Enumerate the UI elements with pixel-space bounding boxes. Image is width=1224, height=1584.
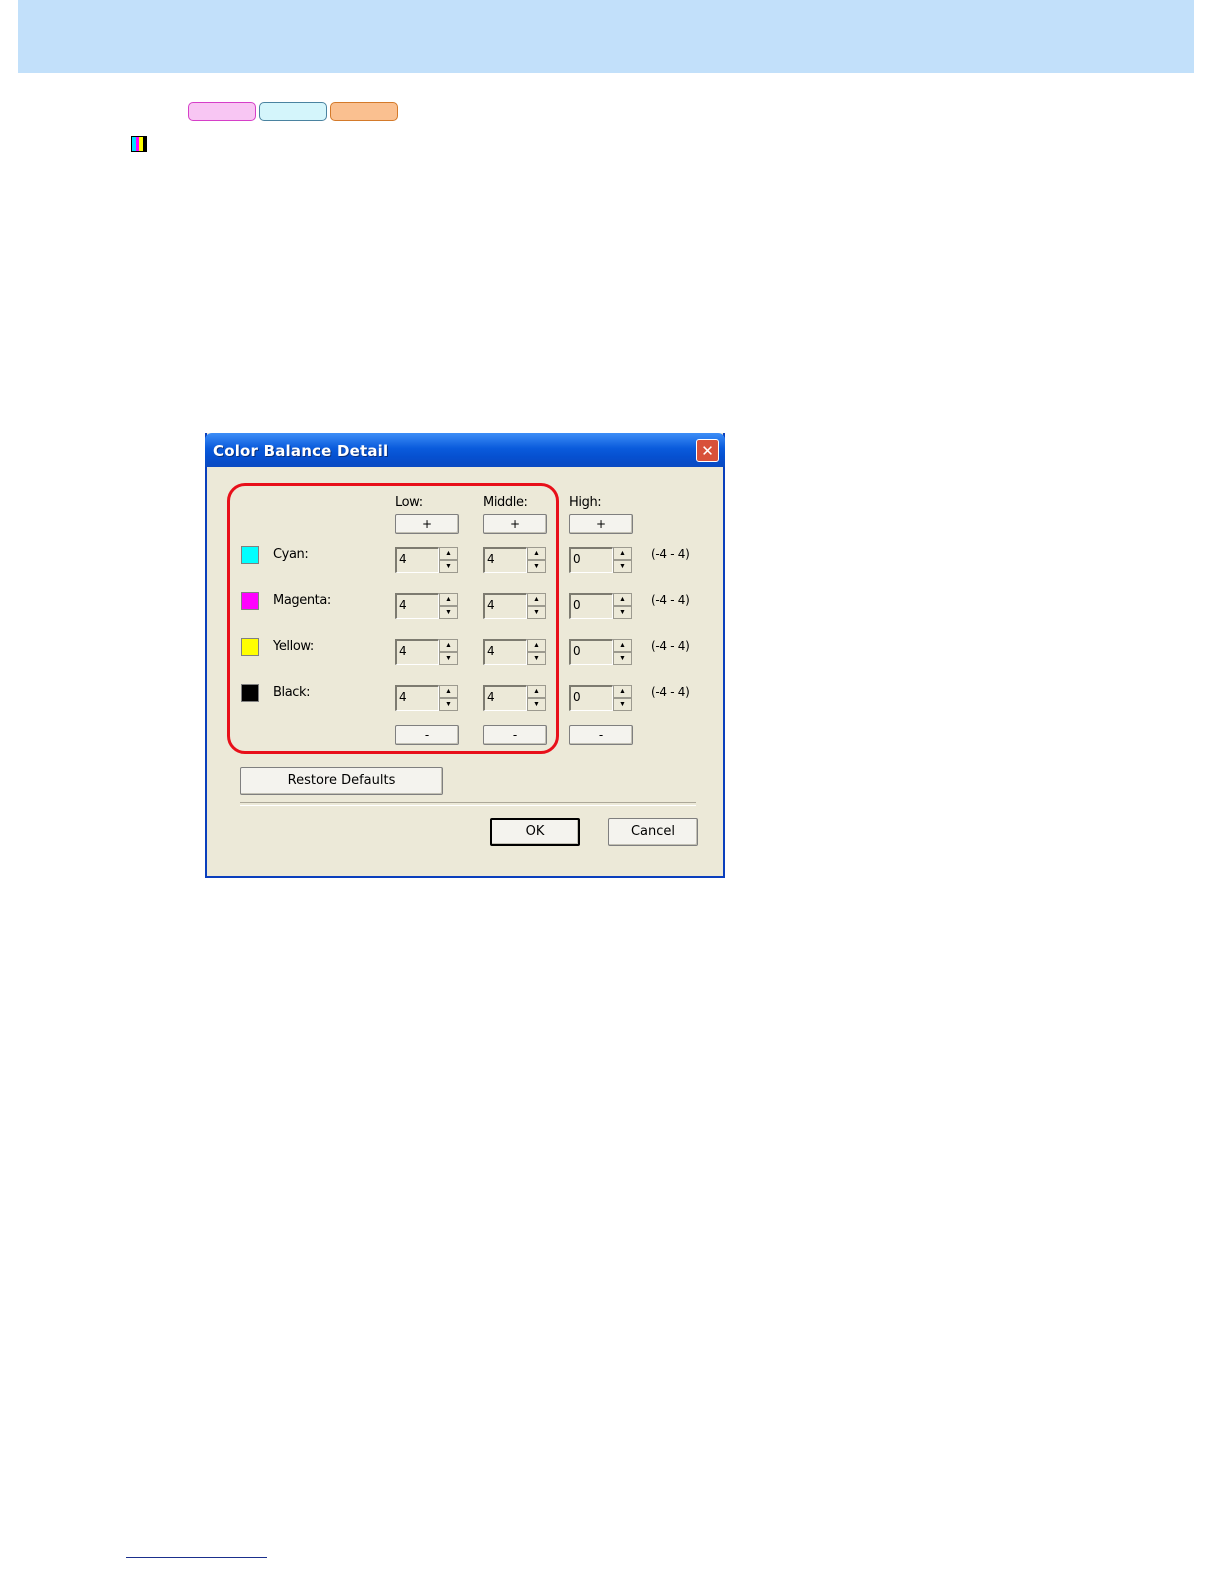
spin-up-icon[interactable]: ▲ <box>439 639 458 652</box>
cyan-swatch <box>241 546 259 564</box>
yellow-middle-field[interactable]: 4 <box>483 639 527 665</box>
cyan-label: Cyan: <box>273 547 309 562</box>
dialog-title: Color Balance Detail <box>213 442 389 460</box>
yellow-high-spinner[interactable]: 0 ▲ ▼ <box>569 637 633 665</box>
spin-up-icon[interactable]: ▲ <box>527 685 546 698</box>
tab-pink[interactable] <box>188 102 256 121</box>
spin-up-icon[interactable]: ▲ <box>613 639 632 652</box>
black-high-field[interactable]: 0 <box>569 685 613 711</box>
cmyk-bars-icon <box>131 136 147 152</box>
spin-up-icon[interactable]: ▲ <box>439 593 458 606</box>
high-plus-button[interactable]: + <box>569 514 633 534</box>
spin-up-icon[interactable]: ▲ <box>613 685 632 698</box>
magenta-middle-field[interactable]: 4 <box>483 593 527 619</box>
tab-cyan[interactable] <box>259 102 327 121</box>
black-label: Black: <box>273 685 311 700</box>
magenta-low-spinner[interactable]: 4 ▲ ▼ <box>395 591 459 619</box>
low-minus-button[interactable]: - <box>395 725 459 745</box>
black-middle-field[interactable]: 4 <box>483 685 527 711</box>
cyan-high-spinner[interactable]: 0 ▲ ▼ <box>569 545 633 573</box>
column-low-label: Low: <box>395 495 423 510</box>
magenta-swatch <box>241 592 259 610</box>
spin-up-icon[interactable]: ▲ <box>439 547 458 560</box>
yellow-range: (-4 - 4) <box>651 639 690 653</box>
cyan-middle-spinner[interactable]: 4 ▲ ▼ <box>483 545 547 573</box>
magenta-high-spinner[interactable]: 0 ▲ ▼ <box>569 591 633 619</box>
spin-up-icon[interactable]: ▲ <box>527 547 546 560</box>
column-middle-label: Middle: <box>483 495 528 510</box>
spin-up-icon[interactable]: ▲ <box>527 593 546 606</box>
spin-up-icon[interactable]: ▲ <box>439 685 458 698</box>
spin-down-icon[interactable]: ▼ <box>527 698 546 711</box>
restore-defaults-button[interactable]: Restore Defaults <box>240 767 443 795</box>
cancel-button[interactable]: Cancel <box>608 818 698 846</box>
spin-down-icon[interactable]: ▼ <box>613 560 632 573</box>
spin-down-icon[interactable]: ▼ <box>613 606 632 619</box>
footnote-rule <box>126 1557 267 1558</box>
color-balance-dialog: Color Balance Detail ✕ Low: Middle: High… <box>205 433 725 878</box>
black-middle-spinner[interactable]: 4 ▲ ▼ <box>483 683 547 711</box>
yellow-low-spinner[interactable]: 4 ▲ ▼ <box>395 637 459 665</box>
yellow-high-field[interactable]: 0 <box>569 639 613 665</box>
magenta-low-field[interactable]: 4 <box>395 593 439 619</box>
close-icon: ✕ <box>701 441 714 460</box>
low-plus-button[interactable]: + <box>395 514 459 534</box>
magenta-high-field[interactable]: 0 <box>569 593 613 619</box>
magenta-middle-spinner[interactable]: 4 ▲ ▼ <box>483 591 547 619</box>
spin-down-icon[interactable]: ▼ <box>527 606 546 619</box>
cyan-low-spinner[interactable]: 4 ▲ ▼ <box>395 545 459 573</box>
column-high-label: High: <box>569 495 602 510</box>
spin-up-icon[interactable]: ▲ <box>527 639 546 652</box>
tab-orange[interactable] <box>330 102 398 121</box>
separator <box>240 802 696 806</box>
spin-down-icon[interactable]: ▼ <box>527 652 546 665</box>
magenta-label: Magenta: <box>273 593 331 608</box>
header-band <box>18 0 1194 73</box>
middle-minus-button[interactable]: - <box>483 725 547 745</box>
spin-down-icon[interactable]: ▼ <box>613 652 632 665</box>
yellow-label: Yellow: <box>273 639 314 654</box>
cyan-middle-field[interactable]: 4 <box>483 547 527 573</box>
yellow-middle-spinner[interactable]: 4 ▲ ▼ <box>483 637 547 665</box>
spin-down-icon[interactable]: ▼ <box>439 698 458 711</box>
yellow-swatch <box>241 638 259 656</box>
spin-up-icon[interactable]: ▲ <box>613 547 632 560</box>
title-bar[interactable]: Color Balance Detail ✕ <box>205 433 725 467</box>
spin-down-icon[interactable]: ▼ <box>439 560 458 573</box>
middle-plus-button[interactable]: + <box>483 514 547 534</box>
yellow-low-field[interactable]: 4 <box>395 639 439 665</box>
cyan-high-field[interactable]: 0 <box>569 547 613 573</box>
cyan-range: (-4 - 4) <box>651 547 690 561</box>
spin-down-icon[interactable]: ▼ <box>613 698 632 711</box>
black-swatch <box>241 684 259 702</box>
spin-down-icon[interactable]: ▼ <box>439 606 458 619</box>
spin-down-icon[interactable]: ▼ <box>439 652 458 665</box>
close-button[interactable]: ✕ <box>696 439 719 462</box>
black-high-spinner[interactable]: 0 ▲ ▼ <box>569 683 633 711</box>
black-low-field[interactable]: 4 <box>395 685 439 711</box>
black-range: (-4 - 4) <box>651 685 690 699</box>
spin-down-icon[interactable]: ▼ <box>527 560 546 573</box>
cyan-low-field[interactable]: 4 <box>395 547 439 573</box>
black-low-spinner[interactable]: 4 ▲ ▼ <box>395 683 459 711</box>
dialog-body: Low: Middle: High: + + + Cyan: 4 ▲ ▼ 4 ▲… <box>207 467 723 876</box>
magenta-range: (-4 - 4) <box>651 593 690 607</box>
spin-up-icon[interactable]: ▲ <box>613 593 632 606</box>
ok-button[interactable]: OK <box>490 818 580 846</box>
high-minus-button[interactable]: - <box>569 725 633 745</box>
